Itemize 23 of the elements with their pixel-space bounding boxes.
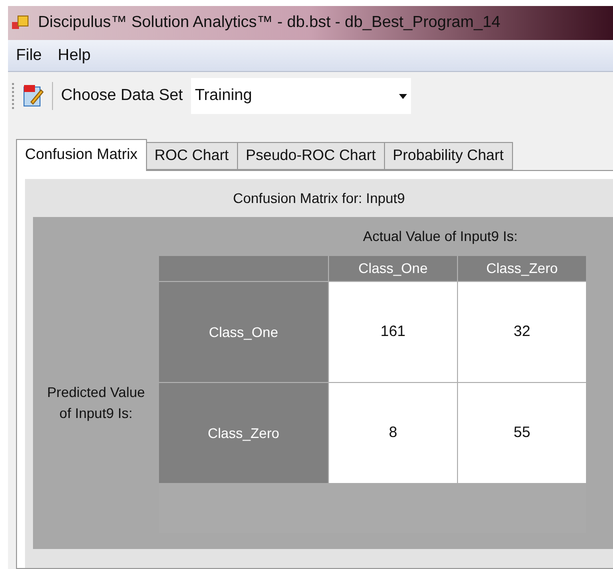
actual-label: Actual Value of Input9 Is: — [363, 227, 518, 246]
matrix-title: Confusion Matrix for: Input9 — [233, 188, 405, 208]
matrix-cell: 32 — [458, 282, 586, 382]
predicted-label: Predicted Value of Input9 Is: — [46, 383, 146, 423]
dataset-dropdown[interactable]: Training — [190, 78, 411, 114]
menu-item[interactable]: File — [16, 44, 42, 68]
window-title: Discipulus™ Solution Analytics™ - db.bst - db_Best_Program_14 — [38, 13, 500, 33]
tab[interactable]: Probability Chart — [384, 142, 513, 170]
row-header: Class_One — [159, 282, 328, 382]
tab[interactable]: ROC Chart — [146, 142, 238, 170]
matrix-cell: 161 — [329, 282, 457, 382]
row-header: Class_Zero — [159, 383, 328, 483]
edit-document-icon[interactable] — [22, 84, 44, 108]
matrix-cell: 8 — [329, 383, 457, 483]
column-header: Class_Zero — [458, 256, 586, 281]
tab[interactable]: Confusion Matrix — [16, 139, 147, 171]
matrix-cell: 55 — [458, 383, 586, 483]
dataset-label: Choose Data Set — [61, 86, 183, 106]
dropdown-arrow-icon — [398, 94, 407, 98]
menu-item[interactable]: Help — [58, 44, 91, 68]
column-header: Class_One — [329, 256, 457, 281]
tab[interactable]: Pseudo-ROC Chart — [238, 142, 385, 170]
app-icon — [12, 15, 30, 31]
